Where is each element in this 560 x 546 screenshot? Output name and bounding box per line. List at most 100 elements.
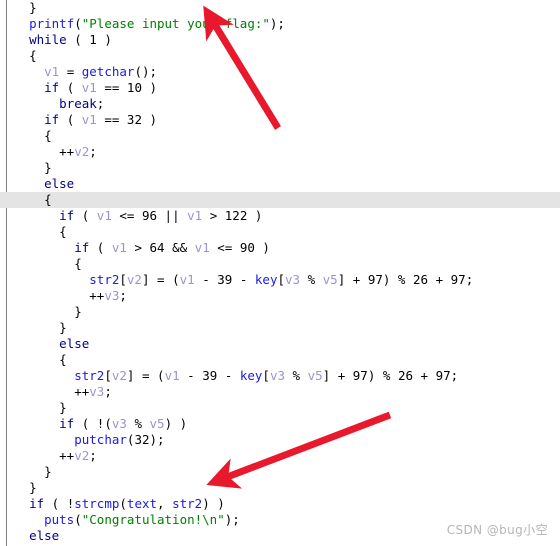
- code-line[interactable]: else: [0, 176, 560, 192]
- code-token-pun: );: [149, 432, 165, 447]
- code-line[interactable]: if ( !(v3 % v5) ): [0, 416, 560, 432]
- code-line[interactable]: break;: [0, 96, 560, 112]
- code-token-var: v2: [111, 368, 127, 383]
- code-token-pun: {: [44, 128, 52, 143]
- code-token-num: 96: [141, 208, 158, 223]
- code-token-pun: {: [59, 224, 67, 239]
- code-line[interactable]: }: [0, 320, 560, 336]
- code-token-pun: ) ): [164, 416, 188, 431]
- code-token-var: v3: [285, 272, 301, 287]
- code-token-num: 26: [412, 272, 429, 287]
- code-token-pun: (: [66, 32, 90, 47]
- code-token-var: v1: [111, 240, 127, 255]
- code-token-pun: (: [59, 80, 82, 95]
- code-token-pun: %: [300, 272, 323, 287]
- code-token-var: v2: [126, 272, 142, 287]
- code-token-fn: putchar: [74, 432, 127, 447]
- code-token-num: 10: [126, 80, 142, 95]
- code-line[interactable]: {: [0, 192, 560, 208]
- code-token-num: 26: [397, 368, 413, 383]
- code-token-kw: else: [44, 176, 75, 191]
- code-token-num: 122: [224, 208, 248, 223]
- code-line[interactable]: }: [0, 0, 560, 16]
- code-token-num: 97: [352, 368, 368, 383]
- code-token-num: 39: [217, 272, 233, 287]
- code-token-pun: ;: [89, 448, 97, 463]
- code-line[interactable]: if ( v1 <= 96 || v1 > 122 ): [0, 208, 560, 224]
- code-token-pun: %: [126, 416, 150, 431]
- code-line[interactable]: ++v3;: [0, 288, 560, 304]
- code-token-fn: key: [239, 368, 263, 383]
- code-token-pun: }: [29, 0, 37, 15]
- code-token-kw: if: [44, 112, 60, 127]
- code-line[interactable]: if ( v1 == 32 ): [0, 112, 560, 128]
- code-token-pun: <=: [209, 240, 240, 255]
- code-line[interactable]: }: [0, 480, 560, 496]
- code-line[interactable]: {: [0, 256, 560, 272]
- code-line[interactable]: printf("Please input your flag:");: [0, 16, 560, 32]
- code-token-var: v1: [44, 64, 60, 79]
- code-line[interactable]: putchar(32);: [0, 432, 560, 448]
- code-token-var: v5: [322, 272, 338, 287]
- code-token-num: 97: [450, 272, 466, 287]
- code-token-pun: ++: [59, 448, 75, 463]
- code-line[interactable]: }: [0, 400, 560, 416]
- code-token-pun: ++: [89, 288, 105, 303]
- code-token-pun: (: [74, 208, 97, 223]
- code-token-pun: ;: [89, 144, 97, 159]
- code-line[interactable]: if ( v1 > 64 && v1 <= 90 ): [0, 240, 560, 256]
- code-token-pun: ++: [74, 384, 90, 399]
- code-token-pun: &&: [164, 240, 195, 255]
- code-token-pun: +: [413, 368, 436, 383]
- code-line[interactable]: if ( !strcmp(text, str2) ): [0, 496, 560, 512]
- code-line[interactable]: {: [0, 224, 560, 240]
- code-line[interactable]: if ( v1 == 10 ): [0, 80, 560, 96]
- code-line[interactable]: {: [0, 128, 560, 144]
- code-line[interactable]: ++v2;: [0, 448, 560, 464]
- code-line[interactable]: {: [0, 352, 560, 368]
- code-token-pun: }: [59, 400, 67, 415]
- code-token-fn: key: [254, 272, 278, 287]
- code-token-var: v3: [111, 416, 127, 431]
- code-line[interactable]: else: [0, 336, 560, 352]
- code-token-kw: if: [59, 416, 75, 431]
- code-token-pun: ==: [96, 112, 127, 127]
- code-line[interactable]: {: [0, 48, 560, 64]
- code-line[interactable]: }: [0, 304, 560, 320]
- code-line[interactable]: str2[v2] = (v1 - 39 - key[v3 % v5] + 97)…: [0, 272, 560, 288]
- code-token-pun: );: [269, 16, 285, 31]
- code-token-pun: ): [141, 112, 158, 127]
- code-token-pun: ] +: [337, 272, 368, 287]
- code-token-pun: ;: [465, 272, 474, 287]
- code-token-pun: ();: [134, 64, 158, 79]
- code-line[interactable]: ++v2;: [0, 144, 560, 160]
- code-line[interactable]: }: [0, 160, 560, 176]
- code-token-pun: -: [232, 272, 255, 287]
- code-line[interactable]: v1 = getchar();: [0, 64, 560, 80]
- code-token-pun: >: [202, 208, 225, 223]
- code-token-pun: ,: [157, 496, 173, 511]
- code-token-pun: ;: [450, 368, 459, 383]
- code-line[interactable]: }: [0, 464, 560, 480]
- code-line[interactable]: while ( 1 ): [0, 32, 560, 48]
- code-token-pun: ): [141, 80, 158, 95]
- code-token-pun: ;: [96, 96, 105, 111]
- code-line[interactable]: str2[v2] = (v1 - 39 - key[v3 % v5] + 97)…: [0, 368, 560, 384]
- code-token-pun: }: [59, 320, 67, 335]
- code-token-pun: ): [247, 208, 263, 223]
- pseudocode-listing[interactable]: } printf("Please input your flag:"); whi…: [0, 0, 560, 546]
- code-token-pun: [: [119, 272, 127, 287]
- code-line[interactable]: ++v3;: [0, 384, 560, 400]
